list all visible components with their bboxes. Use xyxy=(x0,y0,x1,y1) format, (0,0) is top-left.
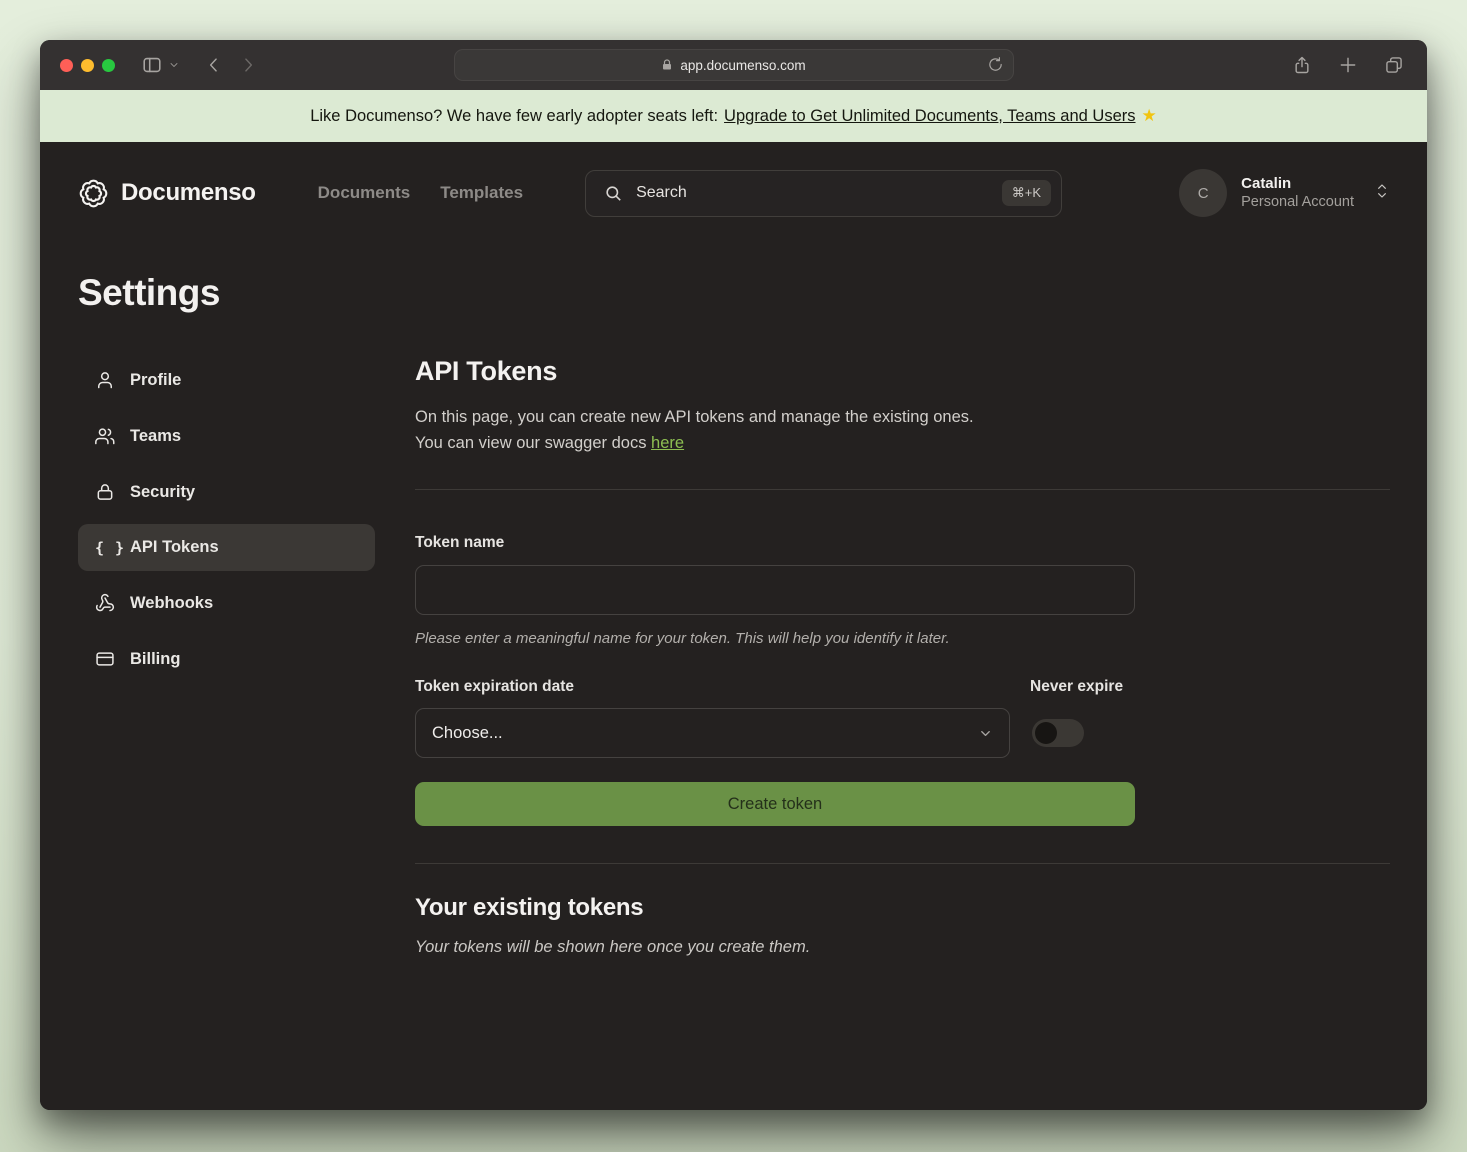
browser-chrome: app.documenso.com xyxy=(40,40,1427,90)
sidebar-item-billing[interactable]: Billing xyxy=(78,635,375,683)
search-icon xyxy=(604,184,623,203)
divider xyxy=(415,863,1390,864)
upgrade-link[interactable]: Upgrade to Get Unlimited Documents, Team… xyxy=(724,107,1135,126)
tab-group-chevron-icon[interactable] xyxy=(161,52,187,78)
tab-overview-icon[interactable] xyxy=(1381,52,1407,78)
create-token-button[interactable]: Create token xyxy=(415,782,1135,826)
chrome-right-actions xyxy=(1289,52,1407,78)
existing-tokens-heading: Your existing tokens xyxy=(415,894,1390,922)
expiration-label: Token expiration date xyxy=(415,678,1010,696)
users-icon xyxy=(95,426,115,446)
settings-body: Profile Teams Security { } API Tokens We… xyxy=(78,356,1390,957)
account-menu[interactable]: C Catalin Personal Account xyxy=(1179,169,1390,217)
lock-icon xyxy=(95,482,115,502)
token-name-hint: Please enter a meaningful name for your … xyxy=(415,630,1135,647)
avatar: C xyxy=(1179,169,1227,217)
webhook-icon xyxy=(95,593,115,613)
section-heading: API Tokens xyxy=(415,356,1390,387)
nav-documents[interactable]: Documents xyxy=(318,183,411,203)
never-expire-toggle[interactable] xyxy=(1032,719,1084,747)
sidebar-item-teams[interactable]: Teams xyxy=(78,412,375,460)
window-controls xyxy=(60,59,115,72)
braces-icon: { } xyxy=(95,539,115,557)
api-tokens-panel: API Tokens On this page, you can create … xyxy=(415,356,1390,957)
toggle-knob xyxy=(1035,722,1057,744)
sidebar-item-label: Profile xyxy=(130,371,181,390)
page-title: Settings xyxy=(78,272,1390,314)
sidebar-item-label: Billing xyxy=(130,650,180,669)
app-header: Documenso Documents Templates Search ⌘+K… xyxy=(78,168,1390,218)
address-bar[interactable]: app.documenso.com xyxy=(454,49,1014,81)
new-tab-icon[interactable] xyxy=(1335,52,1361,78)
search-shortcut-badge: ⌘+K xyxy=(1002,180,1051,206)
nav-templates[interactable]: Templates xyxy=(440,183,523,203)
sidebar-item-webhooks[interactable]: Webhooks xyxy=(78,579,375,627)
close-window-button[interactable] xyxy=(60,59,73,72)
sidebar-item-api-tokens[interactable]: { } API Tokens xyxy=(78,524,375,571)
sidebar-item-label: Teams xyxy=(130,427,181,446)
upgrade-banner: Like Documenso? We have few early adopte… xyxy=(40,90,1427,142)
documenso-app: Documenso Documents Templates Search ⌘+K… xyxy=(40,142,1427,1110)
expiration-labels-row: Token expiration date Never expire xyxy=(415,678,1135,696)
lock-icon xyxy=(661,58,673,72)
existing-tokens-empty-text: Your tokens will be shown here once you … xyxy=(415,938,1390,957)
section-description: On this page, you can create new API tok… xyxy=(415,404,1390,456)
star-icon: ★ xyxy=(1142,106,1157,126)
browser-window: app.documenso.com Like Documenso? We hav… xyxy=(40,40,1427,1110)
sidebar-item-label: Webhooks xyxy=(130,594,213,613)
main-nav: Documents Templates xyxy=(318,183,523,203)
brand-name: Documenso xyxy=(121,179,256,207)
user-icon xyxy=(95,370,115,390)
minimize-window-button[interactable] xyxy=(81,59,94,72)
url-text: app.documenso.com xyxy=(680,58,805,73)
zoom-window-button[interactable] xyxy=(102,59,115,72)
sidebar-item-label: API Tokens xyxy=(130,538,219,557)
search-input[interactable]: Search ⌘+K xyxy=(585,170,1062,217)
expiration-select[interactable]: Choose... xyxy=(415,708,1010,758)
swagger-docs-link[interactable]: here xyxy=(651,434,684,452)
account-name: Catalin xyxy=(1241,174,1354,194)
create-token-form: Token name Please enter a meaningful nam… xyxy=(415,534,1135,826)
banner-text: Like Documenso? We have few early adopte… xyxy=(310,107,718,126)
divider xyxy=(415,489,1390,490)
sidebar-item-profile[interactable]: Profile xyxy=(78,356,375,404)
back-button[interactable] xyxy=(201,52,227,78)
token-name-label: Token name xyxy=(415,534,1135,552)
settings-sidebar: Profile Teams Security { } API Tokens We… xyxy=(78,356,375,957)
sidebar-item-label: Security xyxy=(130,483,195,502)
reload-icon[interactable] xyxy=(987,56,1004,76)
expiration-controls-row: Choose... xyxy=(415,708,1135,758)
never-expire-label: Never expire xyxy=(1030,678,1123,696)
chevron-down-icon xyxy=(978,726,993,741)
search-placeholder: Search xyxy=(636,184,989,202)
share-icon[interactable] xyxy=(1289,52,1315,78)
chevron-up-down-icon xyxy=(1374,181,1390,206)
credit-card-icon xyxy=(95,649,115,669)
token-name-input[interactable] xyxy=(415,565,1135,615)
expiration-selected-value: Choose... xyxy=(432,724,503,743)
sidebar-item-security[interactable]: Security xyxy=(78,468,375,516)
documenso-logo-icon xyxy=(78,178,109,209)
brand-logo[interactable]: Documenso xyxy=(78,178,256,209)
account-type: Personal Account xyxy=(1241,193,1354,212)
forward-button[interactable] xyxy=(235,52,261,78)
